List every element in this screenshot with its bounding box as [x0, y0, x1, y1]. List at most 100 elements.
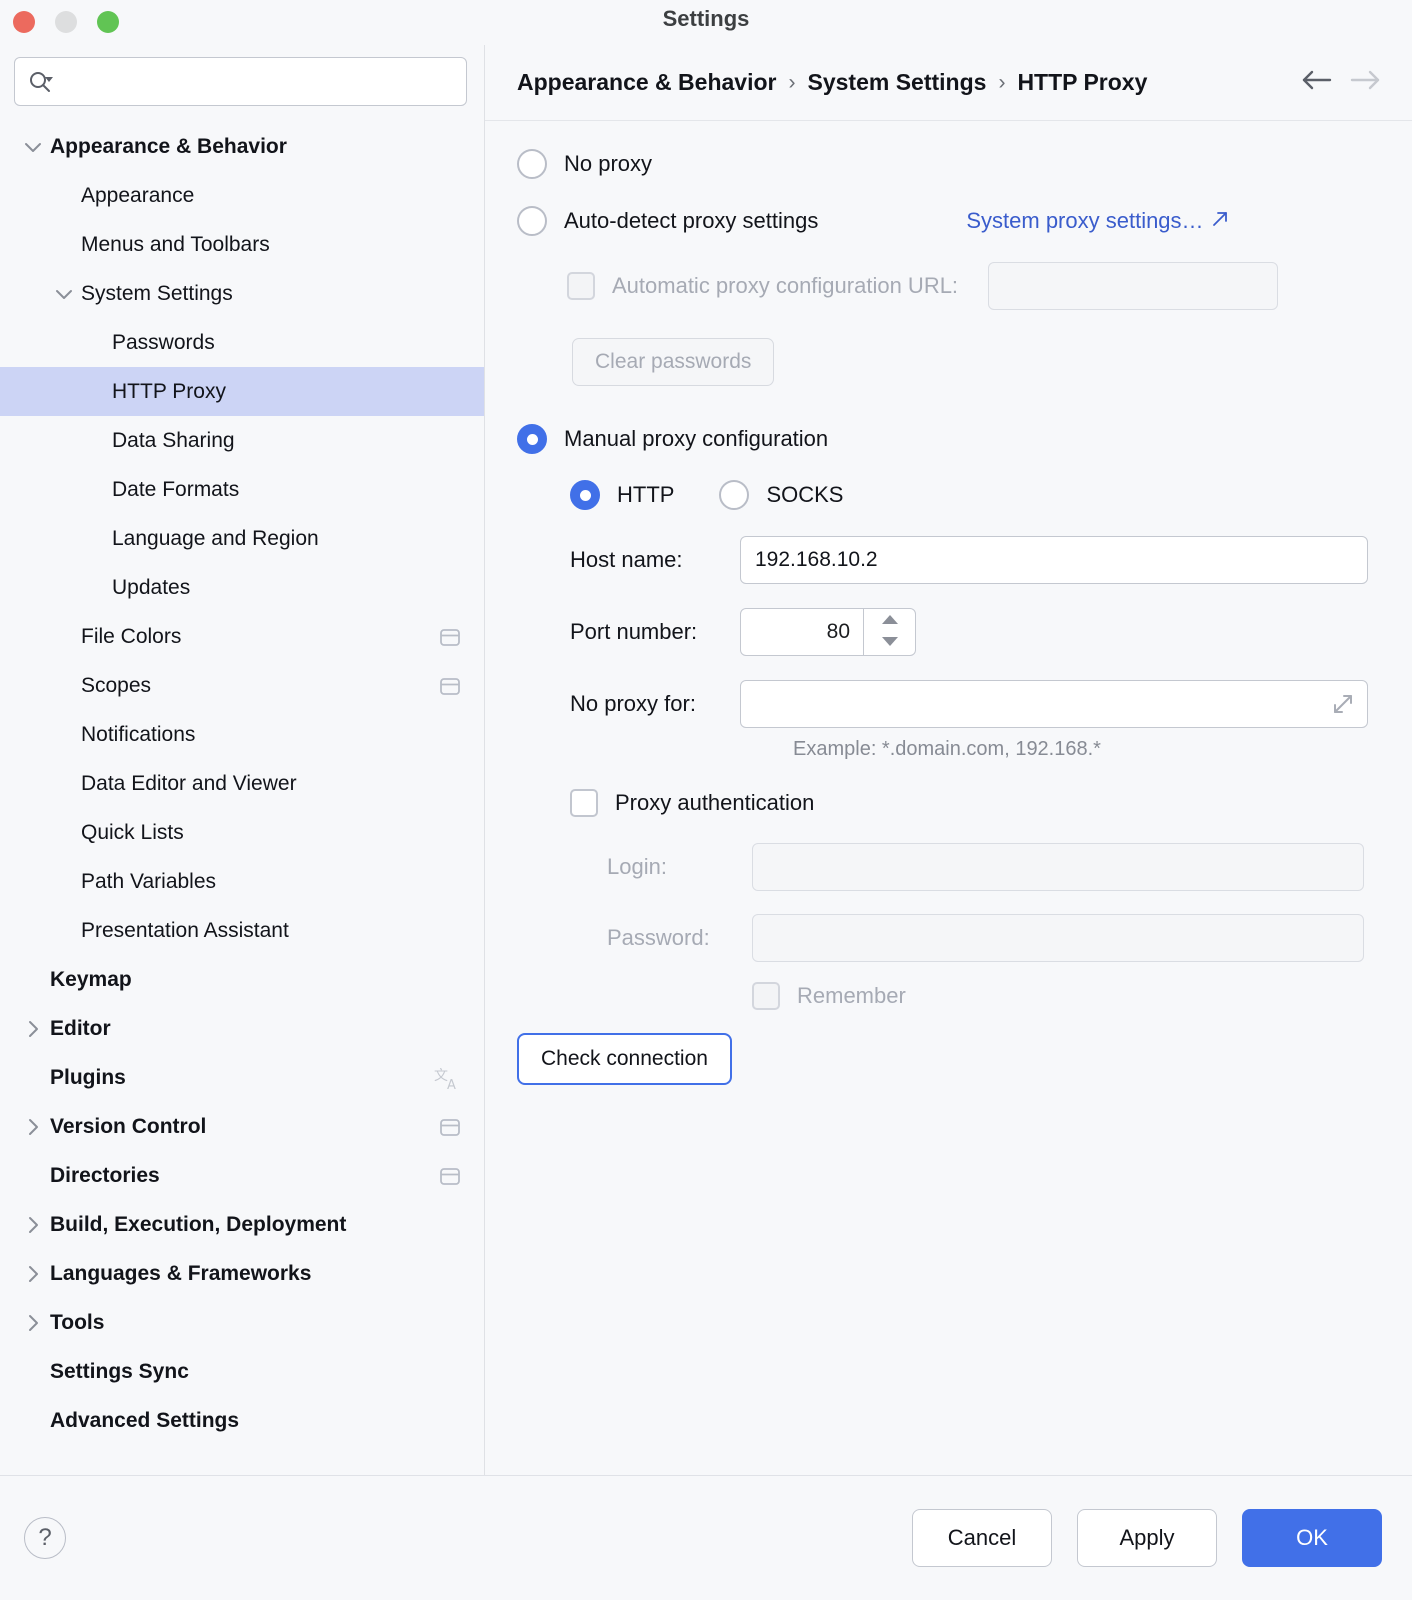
host-name-input[interactable]: 192.168.10.2	[740, 536, 1368, 584]
check-connection-button[interactable]: Check connection	[517, 1033, 732, 1085]
ok-button[interactable]: OK	[1242, 1509, 1382, 1567]
sidebar-item-quick-lists[interactable]: Quick Lists	[0, 808, 484, 857]
expand-arrows-icon[interactable]	[1329, 690, 1357, 724]
sidebar-item-label: Keymap	[50, 968, 462, 992]
sidebar-item-label: Directories	[50, 1164, 438, 1188]
no-proxy-option[interactable]: No proxy	[517, 149, 1382, 179]
manual-proxy-radio[interactable]	[517, 424, 547, 454]
project-scope-icon	[438, 1116, 462, 1138]
sidebar-item-tools[interactable]: Tools	[0, 1298, 484, 1347]
pac-url-input[interactable]	[988, 262, 1278, 310]
sidebar-item-notifications[interactable]: Notifications	[0, 710, 484, 759]
login-label: Login:	[607, 854, 752, 880]
auto-detect-radio[interactable]	[517, 206, 547, 236]
sidebar-item-file-colors[interactable]: File Colors	[0, 612, 484, 661]
proxy-authentication-option[interactable]: Proxy authentication	[570, 789, 1382, 817]
sidebar-item-language-and-region[interactable]: Language and Region	[0, 514, 484, 563]
proxy-authentication-checkbox[interactable]	[570, 789, 598, 817]
sidebar-item-system-settings[interactable]: System Settings	[0, 269, 484, 318]
sidebar-item-editor[interactable]: Editor	[0, 1004, 484, 1053]
sidebar-item-menus-and-toolbars[interactable]: Menus and Toolbars	[0, 220, 484, 269]
pac-url-row: Automatic proxy configuration URL:	[567, 262, 1382, 310]
http-radio[interactable]	[570, 480, 600, 510]
sidebar-item-date-formats[interactable]: Date Formats	[0, 465, 484, 514]
port-number-label: Port number:	[570, 619, 740, 645]
stepper-up-icon[interactable]	[881, 612, 899, 630]
sidebar-item-appearance[interactable]: Appearance	[0, 171, 484, 220]
system-proxy-settings-link[interactable]: System proxy settings…	[966, 208, 1228, 234]
svg-text:文: 文	[434, 1068, 448, 1084]
project-scope-icon	[438, 626, 462, 648]
chevron-right-icon[interactable]	[22, 1018, 44, 1040]
chevron-right-icon[interactable]	[22, 1214, 44, 1236]
port-stepper-arrows[interactable]	[863, 609, 915, 655]
system-proxy-settings-label: System proxy settings…	[966, 208, 1203, 234]
breadcrumb-item-2: HTTP Proxy	[1017, 69, 1147, 96]
remember-option[interactable]: Remember	[752, 982, 1382, 1010]
sidebar-item-presentation-assistant[interactable]: Presentation Assistant	[0, 906, 484, 955]
chevron-right-icon[interactable]	[22, 1312, 44, 1334]
chevron-down-icon[interactable]	[22, 136, 44, 158]
login-input[interactable]	[752, 843, 1364, 891]
sidebar-item-data-editor-and-viewer[interactable]: Data Editor and Viewer	[0, 759, 484, 808]
sidebar-item-updates[interactable]: Updates	[0, 563, 484, 612]
no-proxy-for-input[interactable]	[740, 680, 1368, 728]
http-label: HTTP	[617, 482, 674, 508]
breadcrumb-item-0[interactable]: Appearance & Behavior	[517, 69, 776, 96]
manual-proxy-option[interactable]: Manual proxy configuration	[517, 424, 1382, 454]
sidebar-item-scopes[interactable]: Scopes	[0, 661, 484, 710]
breadcrumb-item-1[interactable]: System Settings	[807, 69, 986, 96]
sidebar-item-path-variables[interactable]: Path Variables	[0, 857, 484, 906]
port-number-value[interactable]: 80	[741, 609, 863, 655]
help-button[interactable]: ?	[24, 1517, 66, 1559]
breadcrumb-separator: ›	[788, 71, 795, 95]
remember-checkbox[interactable]	[752, 982, 780, 1010]
sidebar-item-label: Build, Execution, Deployment	[50, 1213, 462, 1237]
sidebar-item-label: System Settings	[81, 282, 462, 306]
sidebar-item-passwords[interactable]: Passwords	[0, 318, 484, 367]
nav-arrows	[1300, 67, 1382, 98]
forward-arrow-icon	[1348, 67, 1382, 98]
apply-button[interactable]: Apply	[1077, 1509, 1217, 1567]
password-input[interactable]	[752, 914, 1364, 962]
pac-url-checkbox[interactable]	[567, 272, 595, 300]
sidebar-item-directories[interactable]: Directories	[0, 1151, 484, 1200]
sidebar-item-label: Version Control	[50, 1115, 438, 1139]
chevron-right-icon[interactable]	[22, 1263, 44, 1285]
socks-radio[interactable]	[719, 480, 749, 510]
sidebar-item-build-execution-deployment[interactable]: Build, Execution, Deployment	[0, 1200, 484, 1249]
sidebar-item-languages-frameworks[interactable]: Languages & Frameworks	[0, 1249, 484, 1298]
sidebar-item-label: Data Editor and Viewer	[81, 772, 462, 796]
auto-detect-option[interactable]: Auto-detect proxy settings System proxy …	[517, 206, 1382, 236]
sidebar-item-keymap[interactable]: Keymap	[0, 955, 484, 1004]
back-arrow-icon[interactable]	[1300, 67, 1334, 98]
sidebar-item-label: Appearance	[81, 184, 462, 208]
stepper-down-icon[interactable]	[881, 634, 899, 652]
chevron-right-icon[interactable]	[22, 1116, 44, 1138]
sidebar-item-label: Updates	[112, 576, 462, 600]
cancel-button[interactable]: Cancel	[912, 1509, 1052, 1567]
sidebar-item-advanced-settings[interactable]: Advanced Settings	[0, 1396, 484, 1445]
no-proxy-radio[interactable]	[517, 149, 547, 179]
search-container	[0, 45, 484, 120]
sidebar-item-label: Advanced Settings	[50, 1409, 462, 1433]
sidebar-item-version-control[interactable]: Version Control	[0, 1102, 484, 1151]
settings-content: Appearance & Behavior › System Settings …	[485, 45, 1412, 1475]
settings-window: Settings Appearance & BehaviorAppearance	[0, 0, 1412, 1600]
chevron-down-icon[interactable]	[53, 283, 75, 305]
sidebar-item-data-sharing[interactable]: Data Sharing	[0, 416, 484, 465]
sidebar-item-plugins[interactable]: Plugins文A	[0, 1053, 484, 1102]
clear-passwords-button[interactable]: Clear passwords	[572, 338, 774, 386]
sidebar-item-http-proxy[interactable]: HTTP Proxy	[0, 367, 484, 416]
sidebar-item-label: Path Variables	[81, 870, 462, 894]
search-input[interactable]	[61, 71, 454, 93]
search-box[interactable]	[14, 57, 467, 106]
project-scope-icon	[438, 675, 462, 697]
port-number-stepper[interactable]: 80	[740, 608, 916, 656]
sidebar-item-appearance-behavior[interactable]: Appearance & Behavior	[0, 122, 484, 171]
translate-icon: 文A	[434, 1064, 462, 1092]
manual-proxy-label: Manual proxy configuration	[564, 426, 828, 452]
pac-url-label: Automatic proxy configuration URL:	[612, 273, 958, 299]
protocol-row: HTTP SOCKS	[570, 480, 1382, 510]
sidebar-item-settings-sync[interactable]: Settings Sync	[0, 1347, 484, 1396]
